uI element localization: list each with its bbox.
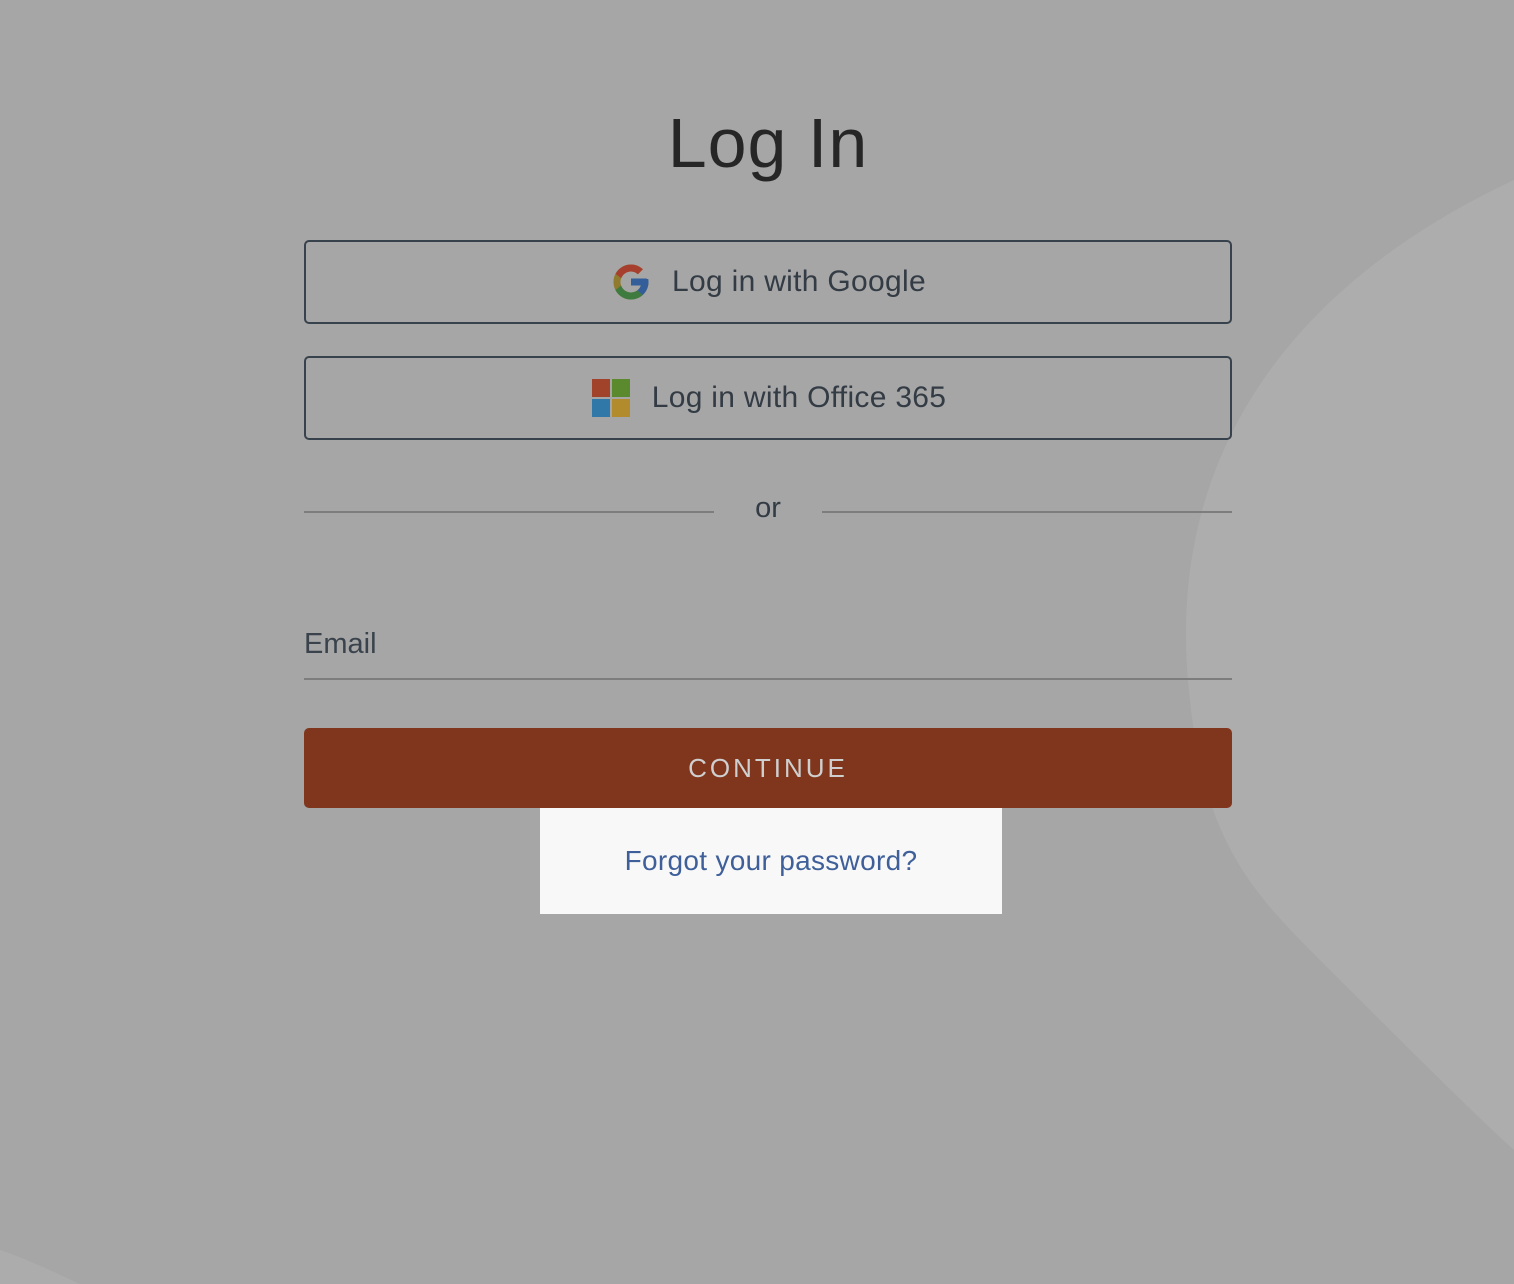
email-field [304,612,1232,680]
or-divider: or [304,490,1232,534]
forgot-password-highlight: Forgot your password? [540,808,1002,914]
divider-text: or [755,492,781,524]
google-login-button[interactable]: Log in with Google [304,240,1232,324]
login-page: Log In Log in with Google Log in with Of… [0,0,1514,1284]
google-g-icon [610,261,652,303]
office365-login-button[interactable]: Log in with Office 365 [304,356,1232,440]
email-input[interactable] [304,612,1232,676]
divider-line-right [822,511,1232,513]
microsoft-logo-icon [590,377,632,419]
office365-login-label: Log in with Office 365 [651,381,947,414]
forgot-password-link[interactable]: Forgot your password? [625,845,918,877]
continue-button[interactable]: CONTINUE [304,728,1232,808]
page-title: Log In [667,104,869,182]
google-login-label: Log in with Google [672,265,926,298]
